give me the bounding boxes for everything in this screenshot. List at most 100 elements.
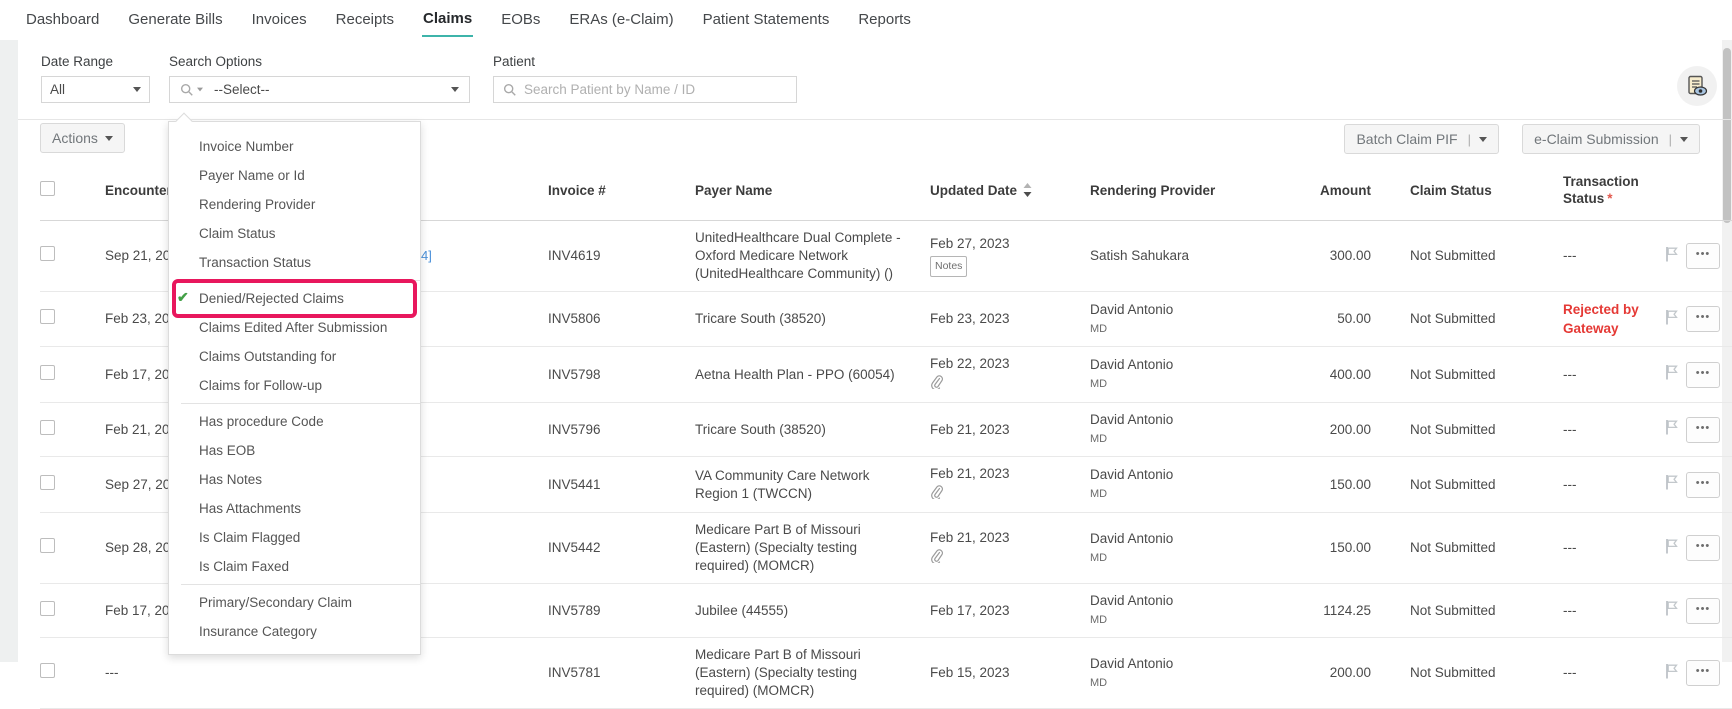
amount: 200.00: [1281, 656, 1371, 690]
row-more-actions-button[interactable]: •••: [1686, 535, 1720, 561]
provider-credential: MD: [1090, 611, 1281, 629]
menu-item-has-procedure-code[interactable]: Has procedure Code: [169, 407, 420, 436]
rendering-provider: Satish Sahukara: [1090, 247, 1281, 265]
batch-claim-pif-button[interactable]: Batch Claim PIF |: [1344, 124, 1499, 154]
nav-tab-invoices[interactable]: Invoices: [251, 5, 308, 36]
menu-item-primary-secondary-claim[interactable]: Primary/Secondary Claim: [169, 588, 420, 617]
menu-item-claims-edited-after-submission[interactable]: Claims Edited After Submission: [169, 313, 420, 342]
menu-notch: [176, 113, 193, 130]
menu-item-invoice-number[interactable]: Invoice Number: [169, 132, 420, 161]
flag-icon[interactable]: [1664, 538, 1679, 554]
encounter-date: Feb 21, 20: [105, 422, 170, 437]
encounter-date: ---: [105, 665, 119, 680]
flag-icon[interactable]: [1664, 309, 1679, 325]
row-more-actions-button[interactable]: •••: [1686, 598, 1720, 624]
batch-claim-label: Batch Claim PIF: [1356, 131, 1457, 147]
transaction-status: ---: [1526, 531, 1656, 565]
claim-status: Not Submitted: [1371, 468, 1526, 502]
row-checkbox[interactable]: [40, 309, 55, 324]
menu-item-insurance-category[interactable]: Insurance Category: [169, 617, 420, 646]
row-more-actions-button[interactable]: •••: [1686, 472, 1720, 498]
amount: 200.00: [1281, 413, 1371, 447]
flag-icon[interactable]: [1664, 419, 1679, 435]
menu-item-payer-name-or-id[interactable]: Payer Name or Id: [169, 161, 420, 190]
menu-item-denied-rejected-claims[interactable]: ✔Denied/Rejected Claims: [169, 284, 420, 313]
attachment-icon: [930, 485, 943, 499]
row-more-actions-button[interactable]: •••: [1686, 660, 1720, 686]
menu-item-claim-status[interactable]: Claim Status: [169, 219, 420, 248]
row-more-actions-button[interactable]: •••: [1686, 243, 1720, 269]
nav-tab-claims[interactable]: Claims: [422, 4, 473, 37]
patient-search-box: [493, 76, 797, 103]
row-checkbox[interactable]: [40, 601, 55, 616]
menu-item-transaction-status[interactable]: Transaction Status: [169, 248, 420, 277]
row-more-actions-button[interactable]: •••: [1686, 306, 1720, 332]
row-checkbox[interactable]: [40, 663, 55, 678]
col-amount[interactable]: Amount: [1281, 174, 1371, 207]
actions-button[interactable]: Actions: [40, 123, 125, 153]
menu-item-has-notes[interactable]: Has Notes: [169, 465, 420, 494]
encounter-date: Feb 17, 20: [105, 603, 170, 618]
updated-date: Feb 27, 2023: [930, 235, 1086, 253]
row-checkbox[interactable]: [40, 538, 55, 553]
col-rendering-provider[interactable]: Rendering Provider: [1086, 174, 1281, 207]
menu-item-has-eob[interactable]: Has EOB: [169, 436, 420, 465]
menu-item-claims-for-follow-up[interactable]: Claims for Follow-up: [169, 371, 420, 400]
row-checkbox[interactable]: [40, 365, 55, 380]
invoice-number: INV5806: [516, 302, 666, 336]
date-range-select[interactable]: All: [41, 76, 150, 103]
nav-tab-eobs[interactable]: EOBs: [500, 5, 541, 36]
nav-tab-reports[interactable]: Reports: [857, 5, 912, 36]
col-invoice[interactable]: Invoice #: [516, 174, 666, 207]
claim-status: Not Submitted: [1371, 594, 1526, 628]
transaction-status: ---: [1526, 468, 1656, 502]
transaction-status: ---: [1526, 358, 1656, 392]
encounter-date: Sep 21, 20: [105, 248, 170, 263]
nav-tab-generate-bills[interactable]: Generate Bills: [127, 5, 223, 36]
menu-item-is-claim-faxed[interactable]: Is Claim Faxed: [169, 552, 420, 581]
nav-tab-receipts[interactable]: Receipts: [335, 5, 395, 36]
nav-tab-eras-e-claim-[interactable]: ERAs (e-Claim): [568, 5, 674, 36]
patient-search-input[interactable]: [524, 82, 787, 97]
rendering-provider: David Antonio: [1090, 466, 1281, 484]
claim-status: Not Submitted: [1371, 239, 1526, 273]
row-checkbox[interactable]: [40, 246, 55, 261]
nav-tab-dashboard[interactable]: Dashboard: [25, 5, 100, 36]
encounter-date: Feb 17, 20: [105, 367, 170, 382]
flag-icon[interactable]: [1664, 474, 1679, 490]
claim-status: Not Submitted: [1371, 531, 1526, 565]
updated-date: Feb 15, 2023: [930, 664, 1086, 682]
menu-item-claims-outstanding-for[interactable]: Claims Outstanding for: [169, 342, 420, 371]
menu-item-has-attachments[interactable]: Has Attachments: [169, 494, 420, 523]
notes-badge[interactable]: Notes: [930, 256, 967, 277]
row-checkbox[interactable]: [40, 420, 55, 435]
sort-icon[interactable]: [1023, 183, 1032, 197]
search-options-select[interactable]: --Select--: [169, 76, 470, 103]
menu-item-rendering-provider[interactable]: Rendering Provider: [169, 190, 420, 219]
eclaim-submission-button[interactable]: e-Claim Submission |: [1522, 124, 1700, 154]
col-transaction-status[interactable]: Transaction Status*: [1526, 165, 1656, 215]
search-icon: [180, 83, 194, 97]
select-all-checkbox[interactable]: [40, 181, 55, 196]
claim-status: Not Submitted: [1371, 413, 1526, 447]
flag-icon[interactable]: [1664, 600, 1679, 616]
provider-credential: MD: [1090, 485, 1281, 503]
updated-date: Feb 21, 2023: [930, 529, 1086, 547]
payer-name: Tricare South (38520): [666, 302, 916, 336]
flag-icon[interactable]: [1664, 246, 1679, 262]
col-claim-status[interactable]: Claim Status: [1371, 174, 1526, 207]
menu-item-is-claim-flagged[interactable]: Is Claim Flagged: [169, 523, 420, 552]
col-updated-date[interactable]: Updated Date: [916, 174, 1086, 207]
flag-icon[interactable]: [1664, 364, 1679, 380]
row-more-actions-button[interactable]: •••: [1686, 362, 1720, 388]
row-more-actions-button[interactable]: •••: [1686, 417, 1720, 443]
col-payer-name[interactable]: Payer Name: [666, 174, 916, 207]
nav-tab-patient-statements[interactable]: Patient Statements: [702, 5, 831, 36]
chevron-down-icon: [1680, 137, 1688, 142]
encounter-link-fragment[interactable]: 4]: [421, 247, 432, 265]
flag-icon[interactable]: [1664, 663, 1679, 679]
top-navigation: Dashboard Generate Bills Invoices Receipts C…: [0, 0, 1732, 40]
report-preview-button[interactable]: [1677, 66, 1717, 106]
provider-credential: MD: [1090, 375, 1281, 393]
row-checkbox[interactable]: [40, 475, 55, 490]
